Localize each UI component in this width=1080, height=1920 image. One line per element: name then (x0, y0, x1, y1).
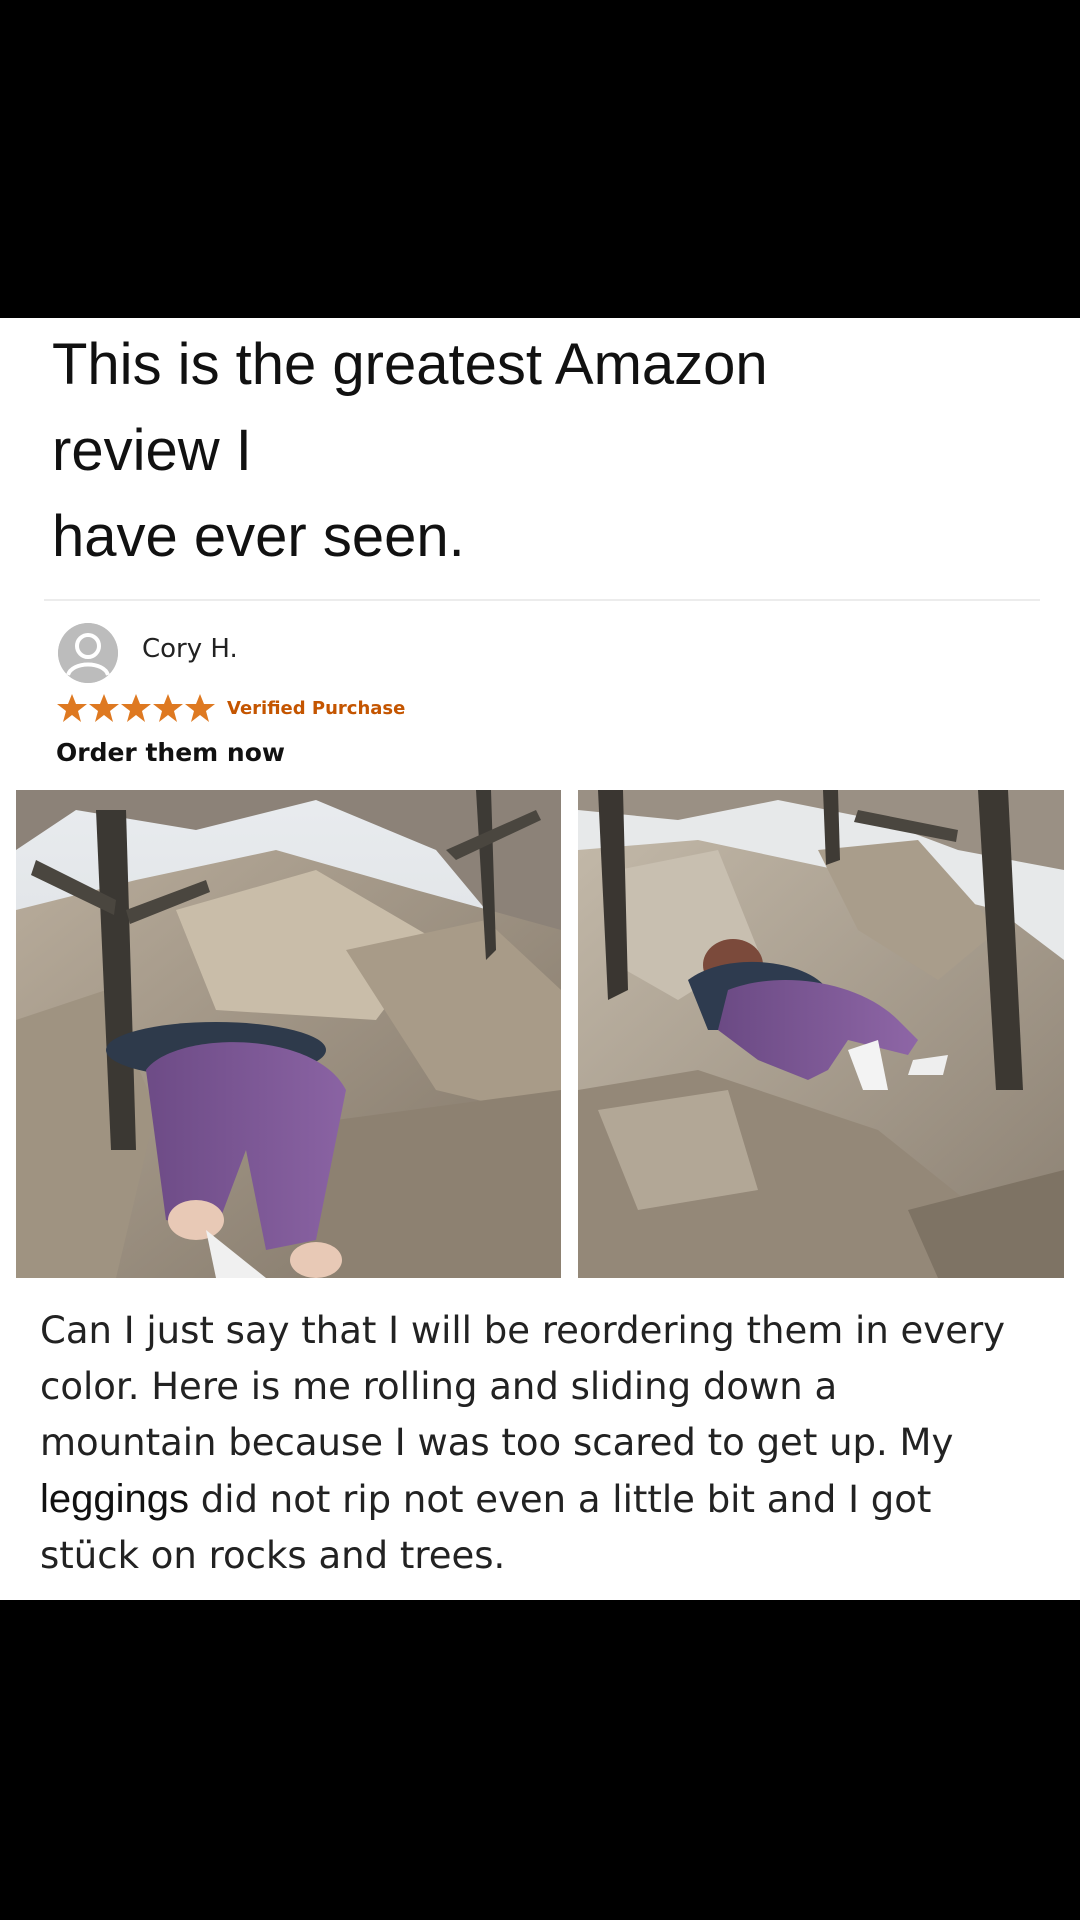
star-rating (56, 693, 216, 723)
review-body-emphasis: leggings (40, 1477, 190, 1521)
bottom-letterbox (0, 1600, 1080, 1920)
star-icon (153, 694, 183, 722)
review-photo-2[interactable] (578, 790, 1064, 1278)
headline-line: have ever seen. (52, 504, 465, 569)
review-body-line: mountain because I was too scared to get… (40, 1421, 954, 1464)
user-silhouette-icon (58, 623, 118, 683)
review-photo-1[interactable] (16, 790, 561, 1278)
review-body-line: stück on rocks and trees. (40, 1534, 506, 1577)
review-body-line-rest: did not rip not even a little bit and I … (189, 1478, 932, 1521)
top-letterbox (0, 0, 1080, 318)
verified-purchase-badge: Verified Purchase (227, 698, 406, 719)
headline-line: review I (52, 418, 252, 483)
review-body: Can I just say that I will be reordering… (40, 1303, 1060, 1584)
star-icon (121, 694, 151, 722)
divider (44, 599, 1040, 601)
review-title: Order them now (56, 738, 285, 767)
headline-line: This is the greatest Amazon (52, 332, 768, 397)
review-body-line: Can I just say that I will be reordering… (40, 1309, 1006, 1352)
star-icon (185, 694, 215, 722)
reviewer-name[interactable]: Cory H. (142, 634, 238, 664)
review-body-line: color. Here is me rolling and sliding do… (40, 1365, 838, 1408)
star-icon (57, 694, 87, 722)
meme-card: This is the greatest Amazon review I hav… (0, 318, 1080, 1600)
review-body-line: leggings did not rip not even a little b… (40, 1471, 1060, 1528)
star-icon (89, 694, 119, 722)
meme-headline: This is the greatest Amazon review I hav… (52, 322, 952, 580)
